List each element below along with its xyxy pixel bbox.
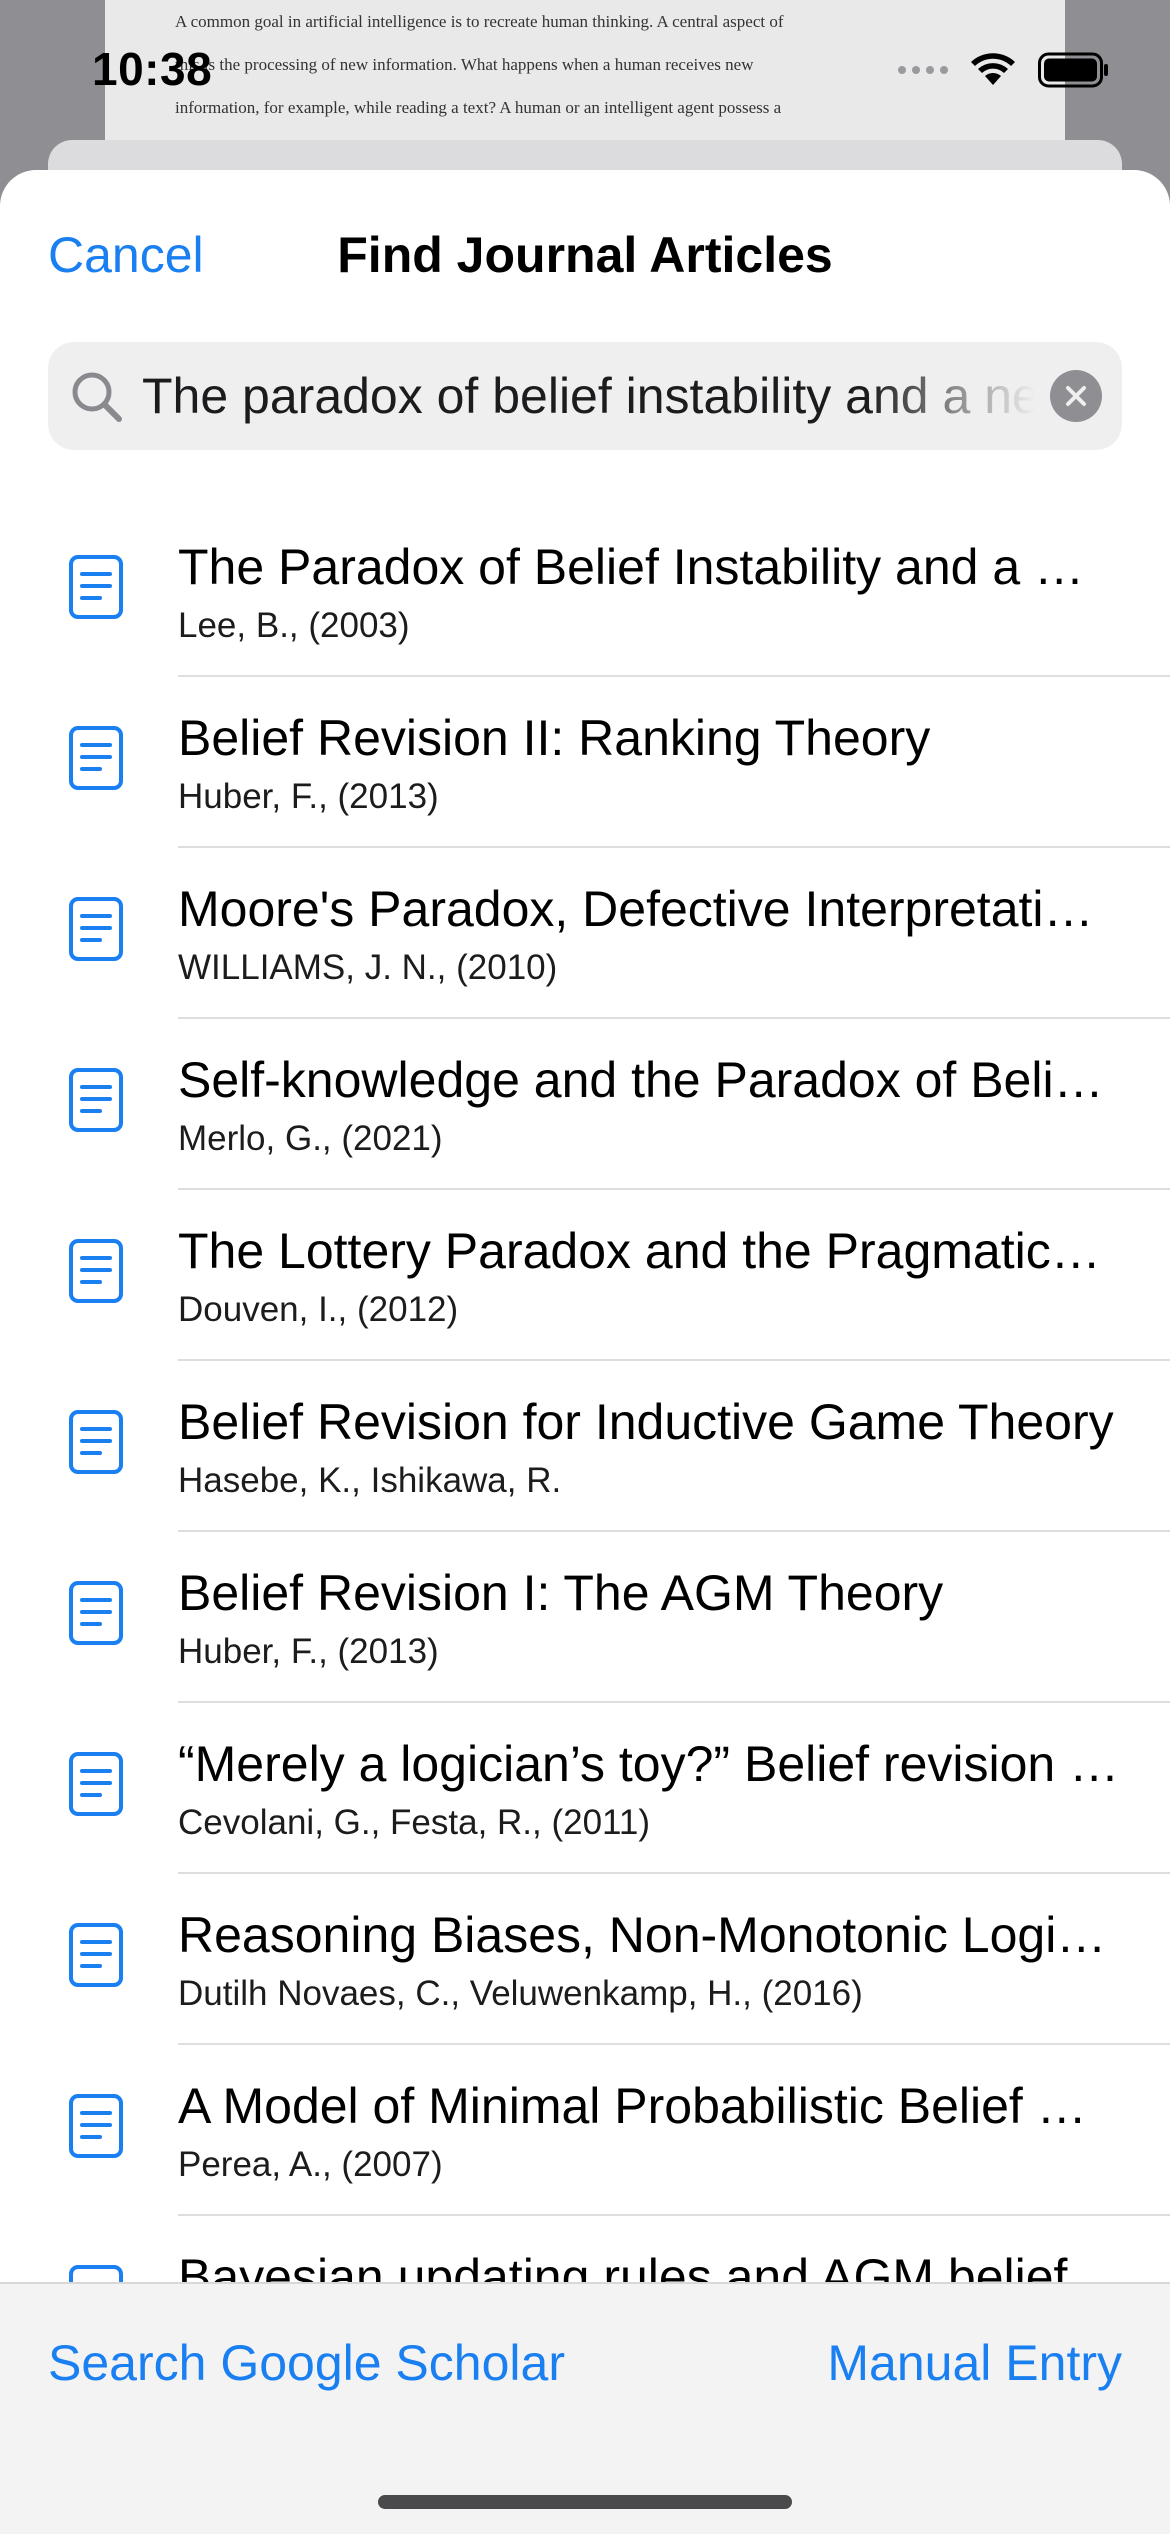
result-title: “Merely a logician’s toy?” Belief revisi…	[178, 1736, 1120, 1792]
document-icon	[69, 1923, 123, 1987]
result-row[interactable]: Moore's Paradox, Defective Interpretatio…	[0, 848, 1170, 1019]
status-icons	[898, 52, 1110, 88]
results-list: The Paradox of Belief Instability and a …	[0, 506, 1170, 2387]
result-title: Belief Revision I: The AGM Theory	[178, 1565, 944, 1621]
clear-search-button[interactable]	[1050, 370, 1102, 422]
result-authors: Douven, I., (2012)	[178, 1290, 459, 1329]
result-row[interactable]: Belief Revision for Inductive Game Theor…	[0, 1361, 1170, 1532]
document-icon	[69, 1752, 123, 1816]
result-row[interactable]: The Lottery Paradox and the Pragmatics o…	[0, 1190, 1170, 1361]
result-authors: Huber, F., (2013)	[178, 777, 439, 816]
manual-entry-button[interactable]: Manual Entry	[827, 2334, 1122, 2392]
result-row[interactable]: Reasoning Biases, Non-Monotonic Logics a…	[0, 1874, 1170, 2045]
result-title: Belief Revision II: Ranking Theory	[178, 710, 931, 766]
search-bar[interactable]: The paradox of belief instability and a …	[48, 342, 1122, 450]
result-title: Belief Revision for Inductive Game Theor…	[178, 1394, 1114, 1450]
background-text-line: this is the processing of new informatio…	[175, 55, 754, 74]
result-authors: Huber, F., (2013)	[178, 1632, 439, 1671]
find-articles-sheet: Cancel Find Journal Articles The paradox…	[0, 170, 1170, 2532]
result-authors: Hasebe, K., Ishikawa, R.	[178, 1461, 562, 1500]
document-icon	[69, 555, 123, 619]
home-indicator[interactable]	[378, 2495, 792, 2509]
result-authors: Merlo, G., (2021)	[178, 1119, 443, 1158]
result-title: The Paradox of Belief Instability and a …	[178, 539, 1120, 595]
document-icon	[69, 726, 123, 790]
result-title: The Lottery Paradox and the Pragmatics o…	[178, 1223, 1120, 1279]
wifi-icon	[971, 53, 1015, 85]
background-text-line: A common goal in artificial intelligence…	[175, 12, 784, 31]
search-google-scholar-button[interactable]: Search Google Scholar	[48, 2334, 565, 2392]
cellular-signal-icon	[898, 66, 948, 74]
document-icon	[69, 2094, 123, 2158]
background-text-line: information, for example, while reading …	[175, 98, 782, 117]
sheet-title: Find Journal Articles	[337, 227, 833, 283]
result-row[interactable]: Self-knowledge and the Paradox of Belief…	[0, 1019, 1170, 1190]
result-row[interactable]: A Model of Minimal Probabilistic Belief …	[0, 2045, 1170, 2216]
result-row[interactable]: Belief Revision II: Ranking Theory Huber…	[0, 677, 1170, 848]
result-authors: Perea, A., (2007)	[178, 2145, 443, 2184]
result-authors: Cevolani, G., Festa, R., (2011)	[178, 1803, 651, 1842]
result-authors: Lee, B., (2003)	[178, 606, 410, 645]
document-icon	[69, 1068, 123, 1132]
result-row[interactable]: Belief Revision I: The AGM Theory Huber,…	[0, 1532, 1170, 1703]
result-title: A Model of Minimal Probabilistic Belief …	[178, 2078, 1120, 2134]
result-authors: WILLIAMS, J. N., (2010)	[178, 948, 558, 987]
result-row[interactable]: The Paradox of Belief Instability and a …	[0, 506, 1170, 677]
result-title: Moore's Paradox, Defective Interpretatio…	[178, 881, 1120, 937]
result-row[interactable]: “Merely a logician’s toy?” Belief revisi…	[0, 1703, 1170, 1874]
document-icon	[69, 1410, 123, 1474]
result-title: Self-knowledge and the Paradox of Belief…	[178, 1052, 1120, 1108]
result-title: Reasoning Biases, Non-Monotonic Logics a…	[178, 1907, 1120, 1963]
document-icon	[69, 1239, 123, 1303]
search-input[interactable]: The paradox of belief instability and a …	[142, 342, 1072, 450]
search-icon	[72, 372, 122, 422]
document-icon	[69, 897, 123, 961]
battery-icon	[1038, 52, 1108, 88]
status-time: 10:38	[92, 43, 213, 95]
document-icon	[69, 1581, 123, 1645]
close-icon	[1066, 386, 1086, 406]
result-authors: Dutilh Novaes, C., Veluwenkamp, H., (201…	[178, 1974, 863, 2013]
